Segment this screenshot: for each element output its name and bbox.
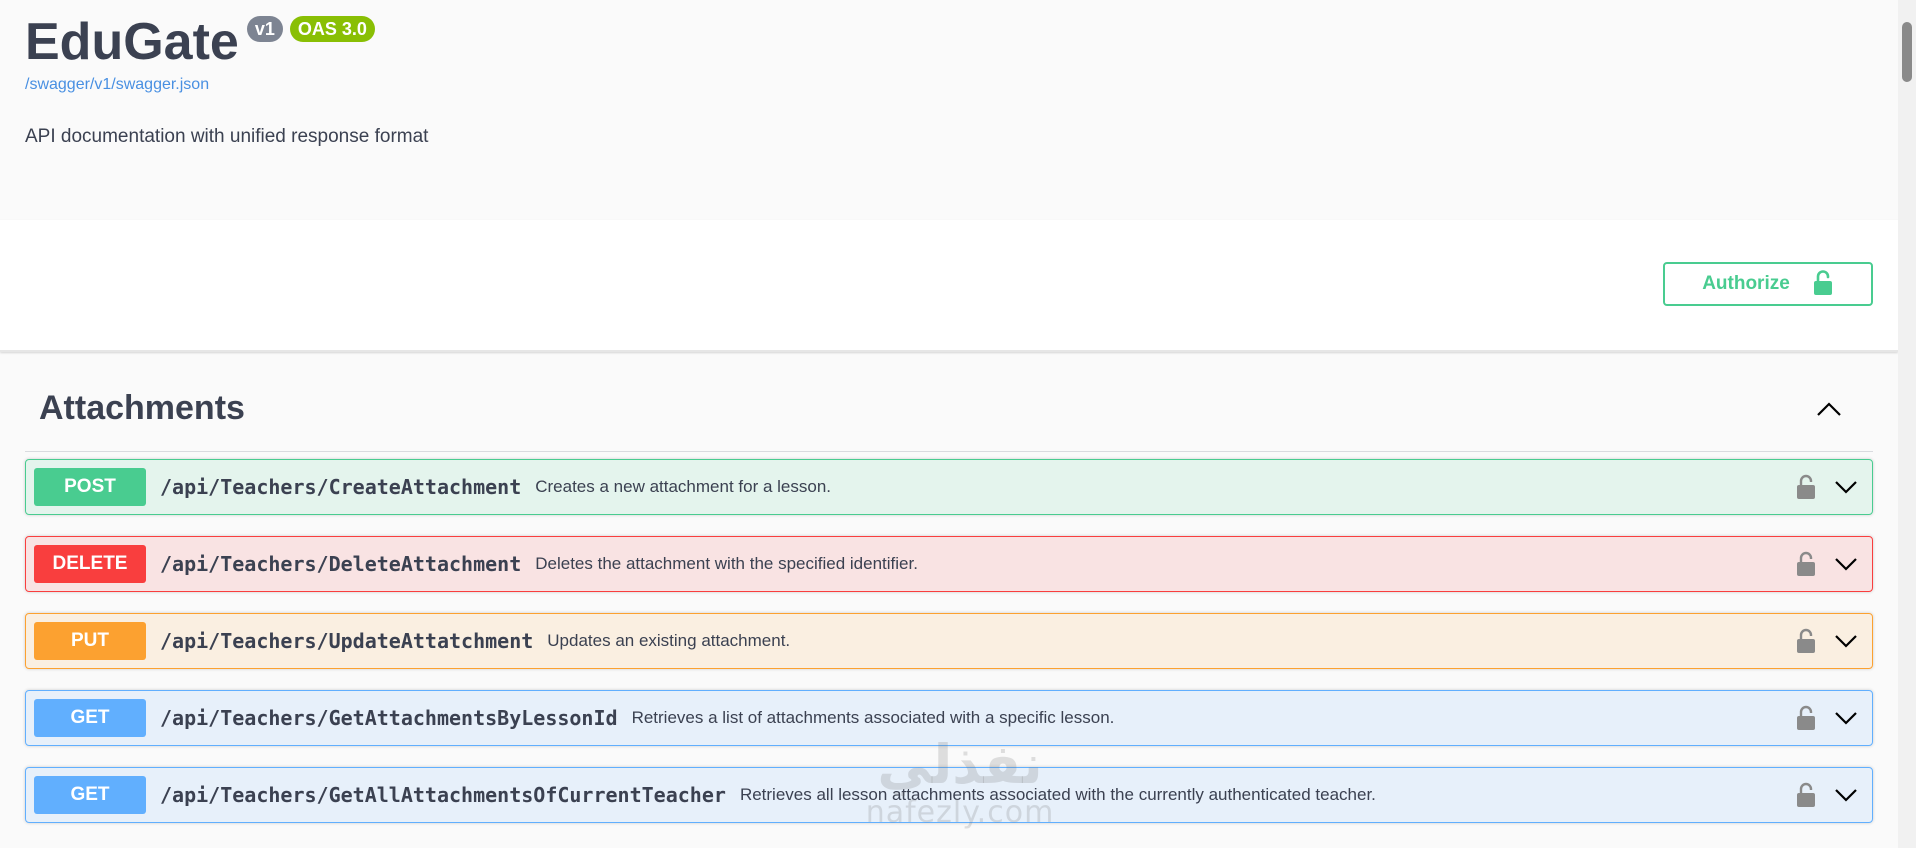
scheme-container: Authorize: [0, 220, 1898, 352]
lock-icon[interactable]: [1796, 551, 1816, 577]
method-badge: GET: [34, 776, 146, 814]
authorize-label: Authorize: [1702, 273, 1790, 294]
method-badge: DELETE: [34, 545, 146, 583]
chevron-down-icon[interactable]: [1834, 480, 1858, 494]
authorize-button[interactable]: Authorize: [1663, 262, 1873, 306]
endpoint-summary: Retrieves a list of attachments associat…: [631, 708, 1115, 727]
lock-icon[interactable]: [1796, 474, 1816, 500]
chevron-up-icon[interactable]: [1809, 389, 1849, 429]
api-description: API documentation with unified response …: [25, 126, 429, 147]
opblock-controls: [1796, 614, 1858, 668]
chevron-down-icon[interactable]: [1834, 634, 1858, 648]
endpoint-summary: Retrieves all lesson attachments associa…: [739, 785, 1376, 804]
lock-icon[interactable]: [1796, 705, 1816, 731]
opblock-put-update-attachment[interactable]: PUT /api/Teachers/UpdateAttatchment Upda…: [25, 613, 1873, 669]
endpoint-path: /api/Teachers/UpdateAttatchment: [160, 629, 534, 653]
oas-version-badge: OAS 3.0: [289, 16, 375, 42]
opblock-get-all-attachments-current-teacher[interactable]: GET /api/Teachers/GetAllAttachmentsOfCur…: [25, 767, 1873, 823]
endpoint-summary: Deletes the attachment with the specifie…: [535, 554, 918, 573]
endpoint-summary: Creates a new attachment for a lesson.: [535, 477, 831, 496]
chevron-down-icon[interactable]: [1834, 788, 1858, 802]
endpoint-path: /api/Teachers/CreateAttachment: [160, 475, 522, 499]
method-badge: PUT: [34, 622, 146, 660]
method-badge: GET: [34, 699, 146, 737]
lock-icon[interactable]: [1796, 782, 1816, 808]
endpoint-summary: Updates an existing attachment.: [547, 631, 791, 650]
api-info-header: EduGate v1 OAS 3.0 /swagger/v1/swagger.j…: [0, 0, 1898, 220]
tag-title: Attachments: [39, 389, 245, 427]
chevron-down-icon[interactable]: [1834, 711, 1858, 725]
endpoint-path: /api/Teachers/GetAllAttachmentsOfCurrent…: [160, 783, 726, 807]
unlocked-lock-icon: [1812, 269, 1834, 299]
opblock-controls: [1796, 537, 1858, 591]
swagger-json-link[interactable]: /swagger/v1/swagger.json: [25, 76, 209, 94]
operations-section: Attachments POST /api/Teachers/CreateAtt…: [0, 352, 1898, 848]
opblock-controls: [1796, 691, 1858, 745]
method-badge: POST: [34, 468, 146, 506]
endpoint-path: /api/Teachers/DeleteAttachment: [160, 552, 522, 576]
title-row: EduGate v1 OAS 3.0: [25, 10, 375, 74]
opblock-controls: [1796, 768, 1858, 822]
vertical-scrollbar[interactable]: [1898, 0, 1916, 848]
api-title: EduGate: [25, 13, 239, 71]
endpoint-path: /api/Teachers/GetAttachmentsByLessonId: [160, 706, 618, 730]
version-badge: v1: [246, 16, 283, 42]
lock-icon[interactable]: [1796, 628, 1816, 654]
scrollbar-thumb[interactable]: [1902, 22, 1912, 82]
opblock-controls: [1796, 460, 1858, 514]
opblock-delete-delete-attachment[interactable]: DELETE /api/Teachers/DeleteAttachment De…: [25, 536, 1873, 592]
swagger-page: EduGate v1 OAS 3.0 /swagger/v1/swagger.j…: [0, 0, 1898, 848]
tag-header-attachments[interactable]: Attachments: [25, 352, 1873, 452]
opblock-post-create-attachment[interactable]: POST /api/Teachers/CreateAttachment Crea…: [25, 459, 1873, 515]
chevron-down-icon[interactable]: [1834, 557, 1858, 571]
opblock-get-attachments-by-lesson[interactable]: GET /api/Teachers/GetAttachmentsByLesson…: [25, 690, 1873, 746]
